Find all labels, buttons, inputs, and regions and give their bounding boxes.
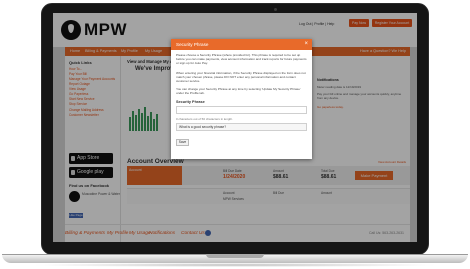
close-icon[interactable]: × — [304, 39, 308, 50]
modal-title: Security Phrase — [176, 42, 209, 47]
security-phrase-modal: Security Phrase × Please choose a Securi… — [171, 39, 312, 159]
modal-paragraph: Please choose a Security Phrase (where p… — [176, 53, 307, 66]
laptop-frame: MPW Log Out | Profile | Help Pay Now Reg… — [0, 0, 470, 269]
security-phrase-input[interactable] — [176, 106, 307, 114]
modal-header: Security Phrase × — [171, 39, 312, 50]
help-link-text: What is a good security phrase? — [179, 125, 227, 129]
character-count-hint: 0 characters out of 50 characters in len… — [176, 117, 233, 121]
camera-icon — [274, 8, 277, 11]
modal-paragraph: You can change your Security Phrase at a… — [176, 87, 301, 96]
laptop-shadow — [30, 263, 440, 267]
save-button[interactable]: Save — [176, 139, 189, 146]
laptop-screen: MPW Log Out | Profile | Help Pay Now Reg… — [53, 13, 417, 242]
laptop-notch — [206, 254, 264, 258]
good-phrase-help-toggle[interactable]: What is a good security phrase? — [176, 123, 307, 131]
modal-paragraph: When entering your financial information… — [176, 71, 306, 84]
security-phrase-label: Security Phrase — [176, 100, 205, 104]
